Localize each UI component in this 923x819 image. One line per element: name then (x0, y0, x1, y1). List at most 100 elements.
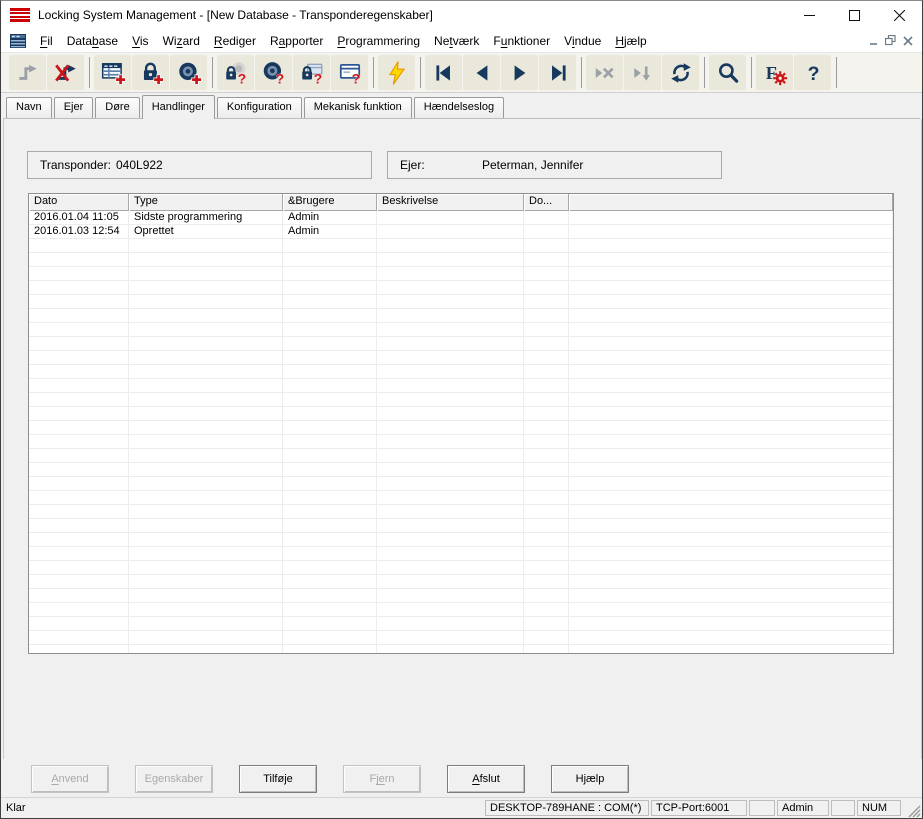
table-row-empty (29, 617, 893, 631)
nav-jump-button (624, 55, 661, 90)
table-row-empty (29, 351, 893, 365)
tab-ejer[interactable]: Ejer (54, 97, 94, 118)
toolbar-separator (420, 57, 421, 88)
nav-last-button[interactable] (539, 55, 576, 90)
new-lock-button[interactable] (132, 55, 169, 90)
table-row-empty (29, 421, 893, 435)
hjaelp-button[interactable]: Hjælp (551, 765, 629, 793)
tab-doere[interactable]: Døre (95, 97, 139, 118)
tilfoeje-button[interactable]: Tilføje (239, 765, 317, 793)
column-header-do[interactable]: Do... (524, 194, 569, 211)
table-row[interactable]: 2016.01.04 11:05 Sidste programmering Ad… (29, 211, 893, 225)
table-row-empty (29, 309, 893, 323)
table-row-empty (29, 589, 893, 603)
help-button[interactable]: ? (794, 55, 831, 90)
refresh-button[interactable] (662, 55, 699, 90)
svg-text:?: ? (351, 70, 360, 86)
actions-table[interactable]: Dato Type &Brugere Beskrivelse Do... 201… (28, 193, 894, 654)
cell-beskrivelse (377, 225, 524, 239)
status-empty-2 (831, 800, 855, 816)
read-lock-button[interactable]: ? (217, 55, 254, 90)
read-lock-card-button[interactable]: ? (293, 55, 330, 90)
table-row-empty (29, 631, 893, 645)
nav-next-button[interactable] (501, 55, 538, 90)
owner-label: Ejer: (400, 158, 482, 172)
cell-type: Sidste programmering (129, 211, 283, 225)
tab-mekanisk-funktion[interactable]: Mekanisk funktion (304, 97, 412, 118)
menu-hjaelp[interactable]: Hjælp (608, 31, 653, 51)
minimize-button[interactable] (787, 1, 832, 29)
menu-funktioner[interactable]: Funktioner (486, 31, 557, 51)
status-num-lock: NUM (857, 800, 901, 816)
table-row-empty (29, 239, 893, 253)
titlebar: Locking System Management - [New Databas… (1, 1, 922, 29)
tab-konfiguration[interactable]: Konfiguration (217, 97, 302, 118)
window-title: Locking System Management - [New Databas… (38, 8, 433, 22)
mdi-restore-button[interactable] (882, 33, 899, 48)
close-button[interactable] (877, 1, 922, 29)
tab-page-handlinger: Transponder: 040L922 Ejer: Peterman, Jen… (3, 119, 922, 759)
nav-first-button[interactable] (425, 55, 462, 90)
new-locking-plan-button[interactable] (94, 55, 131, 90)
status-message: Klar (6, 802, 485, 814)
table-row-empty (29, 477, 893, 491)
menu-database[interactable]: Database (60, 31, 125, 51)
cell-brugere: Admin (283, 211, 377, 225)
table-row-empty (29, 393, 893, 407)
app-logo-icon (10, 8, 30, 22)
tab-haendelseslog[interactable]: Hændelseslog (414, 97, 504, 118)
table-row-empty (29, 435, 893, 449)
menu-wizard[interactable]: Wizard (156, 31, 207, 51)
afslut-button[interactable]: Afslut (447, 765, 525, 793)
cell-type: Oprettet (129, 225, 283, 239)
table-header: Dato Type &Brugere Beskrivelse Do... (29, 194, 893, 211)
table-row-empty (29, 253, 893, 267)
menu-vindue[interactable]: Vindue (557, 31, 608, 51)
table-row-empty (29, 337, 893, 351)
transponder-label: Transponder: (40, 158, 116, 172)
table-row-empty (29, 561, 893, 575)
resize-grip[interactable] (905, 802, 921, 818)
column-header-beskrivelse[interactable]: Beskrivelse (377, 194, 524, 211)
menu-programmering[interactable]: Programmering (330, 31, 427, 51)
column-header-dato[interactable]: Dato (29, 194, 129, 211)
toolbar-separator (89, 57, 90, 88)
table-row-empty (29, 519, 893, 533)
menu-fil[interactable]: Fil (33, 31, 60, 51)
table-row-empty (29, 379, 893, 393)
filter-settings-button[interactable]: F (756, 55, 793, 90)
tab-handlinger[interactable]: Handlinger (142, 95, 215, 119)
status-bar: Klar DESKTOP-789HANE : COM(*) TCP-Port:6… (1, 797, 922, 818)
menu-rapporter[interactable]: Rapporter (263, 31, 330, 51)
table-row-empty (29, 491, 893, 505)
read-transponder-button[interactable]: ? (255, 55, 292, 90)
toolbar-separator (836, 57, 837, 88)
menu-netvaerk[interactable]: Netværk (427, 31, 486, 51)
menu-vis[interactable]: Vis (125, 31, 155, 51)
maximize-button[interactable] (832, 1, 877, 29)
read-window-button[interactable]: ? (331, 55, 368, 90)
transponder-value: 040L922 (116, 158, 163, 172)
mdi-child-icon[interactable] (9, 33, 27, 49)
egenskaber-button: Egenskaber (135, 765, 213, 793)
tab-bar: Navn Ejer Døre Handlinger Konfiguration … (3, 93, 920, 119)
new-transponder-button[interactable] (170, 55, 207, 90)
mdi-minimize-button[interactable] (865, 33, 882, 48)
mdi-close-button[interactable] (899, 33, 916, 48)
column-header-type[interactable]: Type (129, 194, 283, 211)
disconnect-button[interactable] (47, 55, 84, 90)
svg-text:F: F (765, 62, 776, 82)
app-window: Locking System Management - [New Databas… (0, 0, 923, 819)
column-header-brugere[interactable]: &Brugere (283, 194, 377, 211)
table-row-empty (29, 267, 893, 281)
owner-field: Ejer: Peterman, Jennifer (387, 151, 722, 179)
search-button[interactable] (709, 55, 746, 90)
table-row-empty (29, 463, 893, 477)
programming-flash-button[interactable] (378, 55, 415, 90)
tab-navn[interactable]: Navn (6, 97, 52, 118)
table-row-empty (29, 323, 893, 337)
cell-empty (569, 225, 893, 239)
table-row[interactable]: 2016.01.03 12:54 Oprettet Admin (29, 225, 893, 239)
menu-rediger[interactable]: Rediger (207, 31, 263, 51)
nav-prev-button[interactable] (463, 55, 500, 90)
